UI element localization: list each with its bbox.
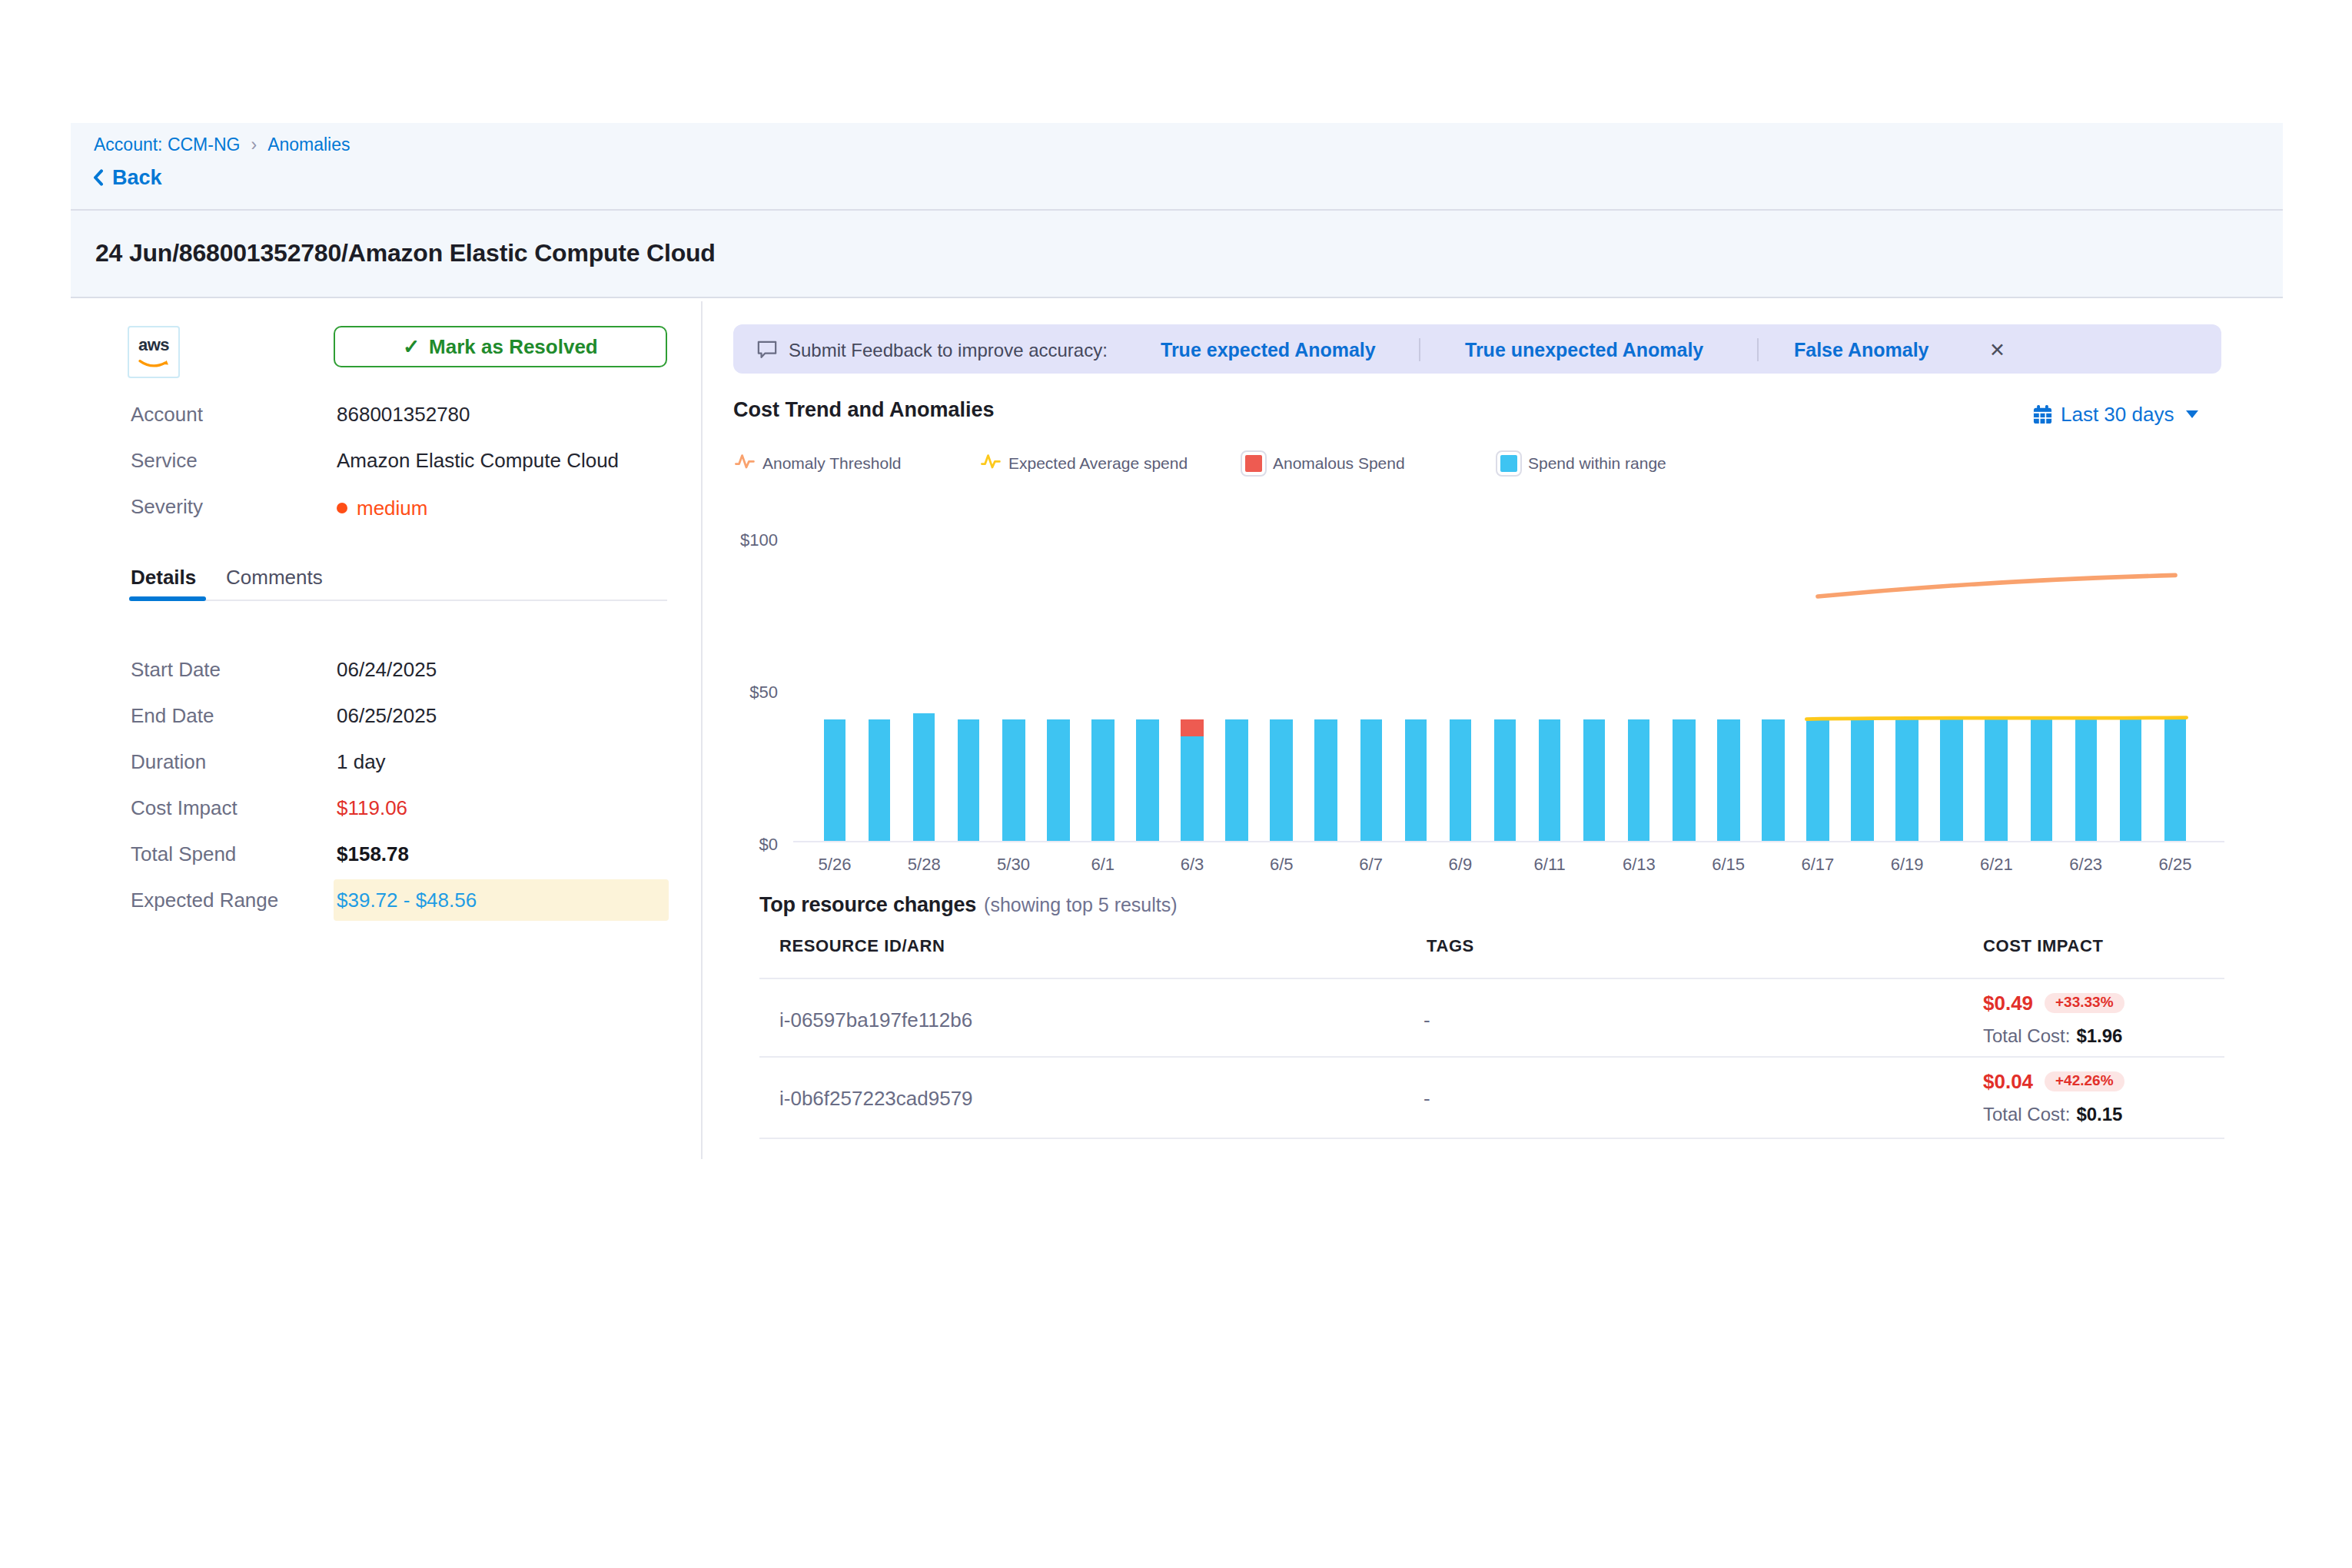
legend-threshold-label: Anomaly Threshold <box>762 453 902 472</box>
table-divider <box>759 1056 2224 1058</box>
total-spend-label: Total Spend <box>131 841 236 869</box>
banner-divider <box>1419 338 1420 361</box>
legend-withinrange-square-icon <box>1497 452 1520 474</box>
severity-label: Severity <box>131 493 203 521</box>
end-date-label: End Date <box>131 703 214 730</box>
resource-id[interactable]: i-0b6f257223cad9579 <box>779 1087 973 1110</box>
check-icon: ✓ <box>403 335 420 358</box>
time-filter-label: Last 30 days <box>2061 403 2174 426</box>
banner-divider <box>1757 338 1759 361</box>
impact-percent-badge: +33.33% <box>2045 993 2124 1012</box>
caret-down-icon <box>2186 410 2198 418</box>
feedback-true-expected[interactable]: True expected Anomaly <box>1161 339 1376 360</box>
resource-impact: $0.49 <box>1983 992 2033 1015</box>
chevron-left-icon <box>92 169 105 186</box>
end-date-value: 06/25/2025 <box>337 703 437 730</box>
chat-bubble-icon <box>756 340 778 360</box>
tab-comments[interactable]: Comments <box>226 566 323 589</box>
service-label: Service <box>131 447 198 475</box>
duration-value: 1 day <box>337 749 386 776</box>
cost-impact-label: Cost Impact <box>131 795 238 822</box>
time-filter[interactable]: Last 30 days <box>2032 403 2198 426</box>
breadcrumb: Account: CCM-NG › Anomalies <box>94 135 350 154</box>
aws-smile-icon <box>137 359 171 370</box>
account-value: 868001352780 <box>337 401 470 429</box>
resource-total-cost: Total Cost:$0.15 <box>1983 1101 2122 1127</box>
chart-lines <box>733 507 2224 876</box>
feedback-false-anomaly[interactable]: False Anomaly <box>1794 339 1929 360</box>
resource-tags: - <box>1423 1087 1430 1110</box>
legend-withinrange-label: Spend within range <box>1528 453 1666 472</box>
back-button[interactable]: Back <box>92 166 162 189</box>
banner-close-icon[interactable]: ✕ <box>1989 338 2005 361</box>
feedback-prompt: Submit Feedback to improve accuracy: <box>789 340 1108 361</box>
calendar-icon <box>2032 404 2053 425</box>
col-resource-id: RESOURCE ID/ARN <box>779 935 945 956</box>
resource-id[interactable]: i-06597ba197fe112b6 <box>779 1008 972 1031</box>
resolve-label: Mark as Resolved <box>429 335 598 358</box>
resource-total-cost: Total Cost:$1.96 <box>1983 1022 2122 1048</box>
tab-underline-track <box>129 600 667 601</box>
expected-range-label: Expected Range <box>131 887 278 915</box>
header-band: Account: CCM-NG › Anomalies Back <box>71 123 2283 211</box>
expected-range-value: $39.72 - $48.56 <box>337 887 477 915</box>
severity-value: medium <box>337 493 428 521</box>
legend-anomalous-square-icon <box>1242 452 1264 474</box>
breadcrumb-separator-icon: › <box>251 135 257 154</box>
aws-provider-icon: aws <box>128 326 180 378</box>
trend-heading: Cost Trend and Anomalies <box>733 398 995 421</box>
resource-impact: $0.04 <box>1983 1070 2033 1093</box>
legend-expected-line-icon <box>981 452 1001 470</box>
tab-active-indicator <box>129 596 206 601</box>
page: Account: CCM-NG › Anomalies Back 24 Jun/… <box>0 0 2352 1568</box>
service-value: Amazon Elastic Compute Cloud <box>337 447 619 475</box>
cost-impact-value: $119.06 <box>337 795 407 822</box>
account-label: Account <box>131 401 203 429</box>
resources-subheading: (showing top 5 results) <box>984 895 1178 916</box>
mark-as-resolved-button[interactable]: ✓ Mark as Resolved <box>334 326 667 367</box>
feedback-banner: Submit Feedback to improve accuracy: Tru… <box>733 324 2221 374</box>
legend-anomalous-label: Anomalous Spend <box>1273 453 1405 472</box>
total-spend-value: $158.78 <box>337 841 409 869</box>
breadcrumb-anomalies-link[interactable]: Anomalies <box>267 135 350 154</box>
resources-heading-row: Top resource changes (showing top 5 resu… <box>759 893 1178 916</box>
legend-threshold-line-icon <box>735 452 755 470</box>
col-tags: TAGS <box>1427 935 1474 956</box>
impact-percent-badge: +42.26% <box>2045 1071 2124 1091</box>
resource-tags: - <box>1423 1008 1430 1031</box>
title-band: 24 Jun/868001352780/Amazon Elastic Compu… <box>71 211 2283 298</box>
breadcrumb-account-link[interactable]: Account: CCM-NG <box>94 135 240 154</box>
aws-logo-text: aws <box>129 335 178 354</box>
severity-text: medium <box>357 496 428 519</box>
table-divider <box>759 1138 2224 1139</box>
panel-divider <box>701 301 703 1159</box>
severity-dot-icon <box>337 502 347 513</box>
duration-label: Duration <box>131 749 206 776</box>
table-divider <box>759 978 2224 979</box>
legend-expected-label: Expected Average spend <box>1008 453 1188 472</box>
col-cost-impact: COST IMPACT <box>1983 935 2104 956</box>
page-title: 24 Jun/868001352780/Amazon Elastic Compu… <box>95 211 716 297</box>
start-date-value: 06/24/2025 <box>337 656 437 684</box>
resources-heading: Top resource changes <box>759 893 976 916</box>
start-date-label: Start Date <box>131 656 221 684</box>
tab-details[interactable]: Details <box>131 566 196 589</box>
back-label: Back <box>112 166 162 189</box>
feedback-true-unexpected[interactable]: True unexpected Anomaly <box>1465 339 1703 360</box>
